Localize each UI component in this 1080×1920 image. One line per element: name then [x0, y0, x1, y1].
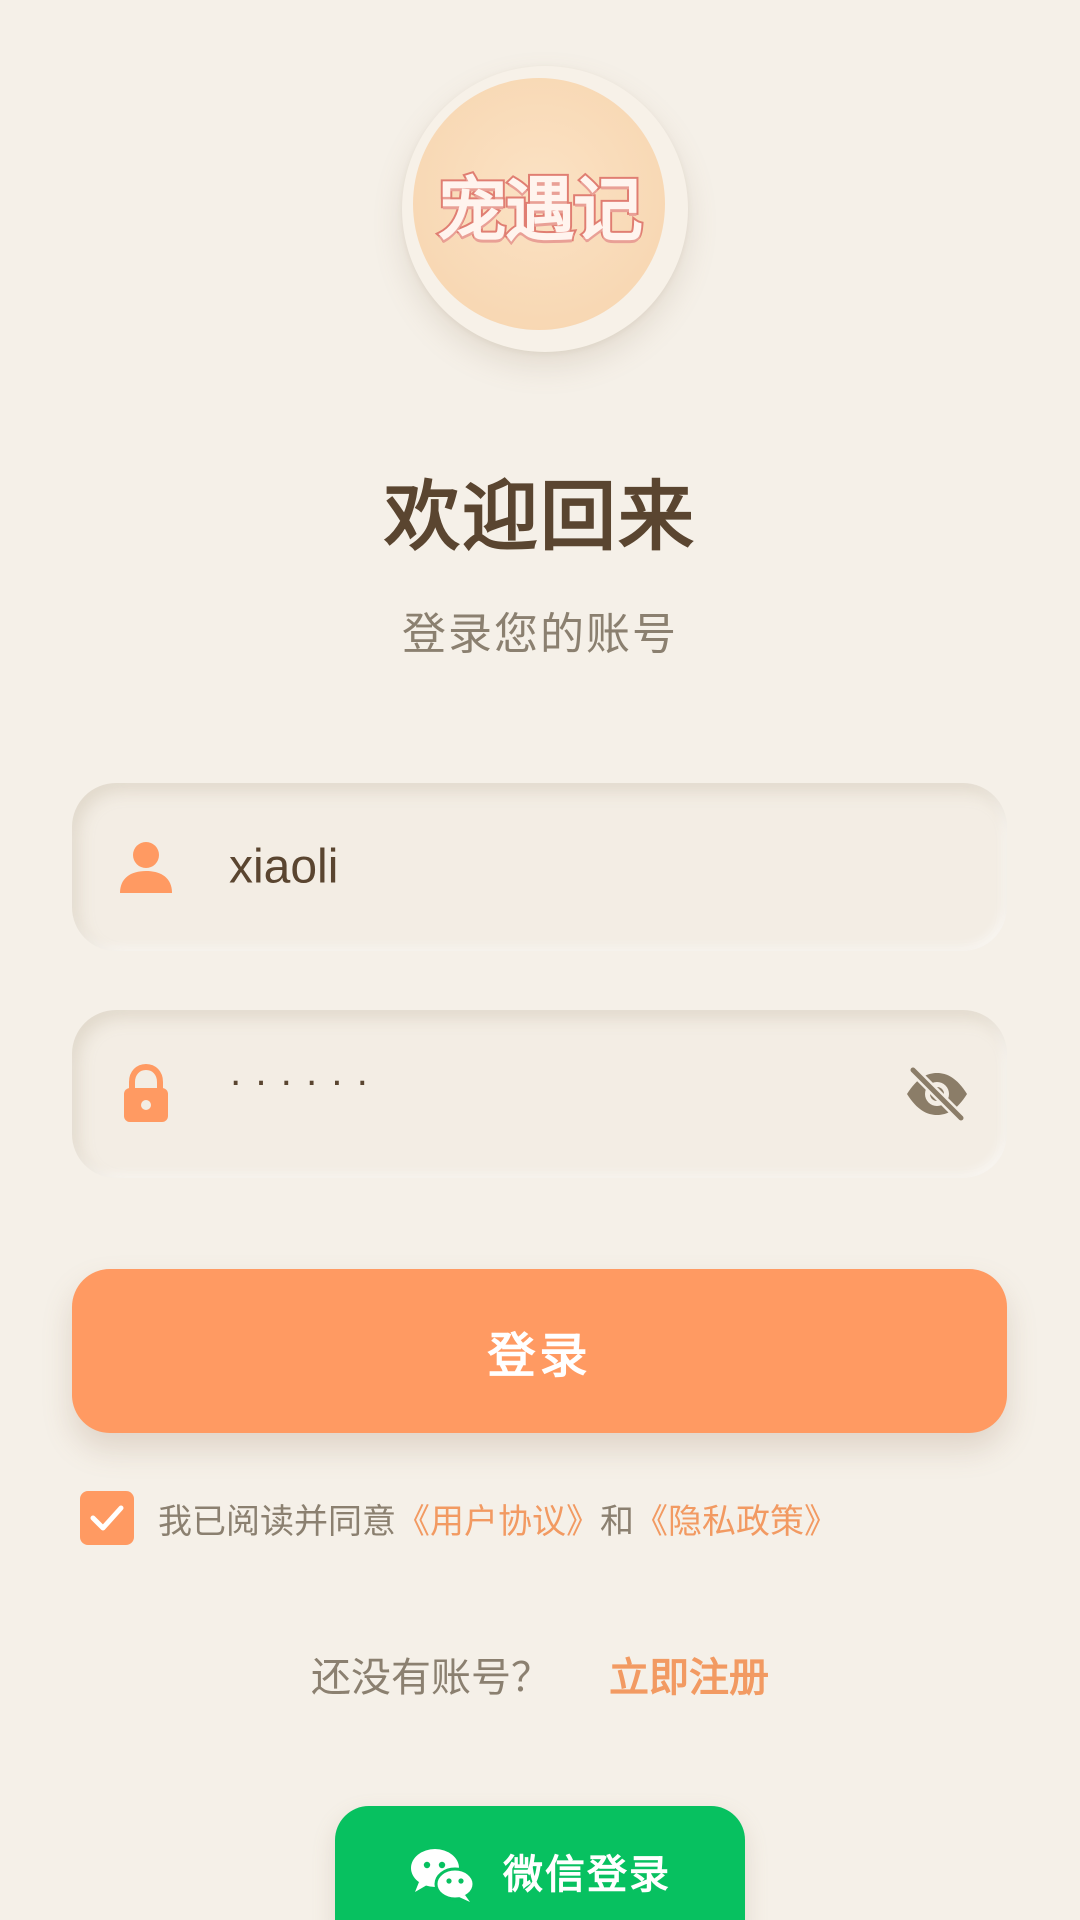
user-icon	[120, 842, 172, 893]
lock-icon	[124, 1063, 168, 1122]
wechat-icon	[411, 1849, 475, 1902]
username-input[interactable]: xiaoli	[229, 840, 909, 895]
register-prompt: 还没有账号？	[311, 1655, 551, 1701]
register-link[interactable]: 立即注册	[609, 1645, 769, 1703]
wechat-login-label: 微信登录	[503, 1852, 671, 1898]
password-input[interactable]: ······	[229, 1058, 909, 1103]
eye-off-icon[interactable]	[903, 1064, 971, 1124]
password-field[interactable]: ······	[72, 1010, 1007, 1178]
check-icon	[90, 1505, 124, 1531]
wechat-login-button[interactable]: 微信登录	[335, 1806, 745, 1920]
agreement-prefix: 我已阅读并同意	[158, 1501, 396, 1542]
agreement-and: 和	[600, 1501, 634, 1542]
username-field[interactable]: xiaoli	[72, 783, 1007, 951]
page-subtitle: 登录您的账号	[402, 609, 678, 660]
user-agreement-link[interactable]: 《用户协议》	[396, 1494, 600, 1543]
register-row: 还没有账号？ 立即注册	[0, 1645, 1080, 1703]
app-logo: 宠遇记	[413, 78, 665, 330]
agreement-row: 我已阅读并同意 《用户协议》 和 《隐私政策》	[80, 1490, 838, 1546]
page-title: 欢迎回来	[384, 472, 696, 561]
agreement-checkbox[interactable]	[80, 1491, 134, 1545]
privacy-policy-link[interactable]: 《隐私政策》	[634, 1494, 838, 1543]
login-button[interactable]: 登录	[72, 1269, 1007, 1433]
logo-text: 宠遇记	[435, 167, 645, 253]
login-page: 宠遇记 欢迎回来 登录您的账号 xiaoli ······ 登录 我已阅读并同意…	[0, 0, 1080, 1920]
